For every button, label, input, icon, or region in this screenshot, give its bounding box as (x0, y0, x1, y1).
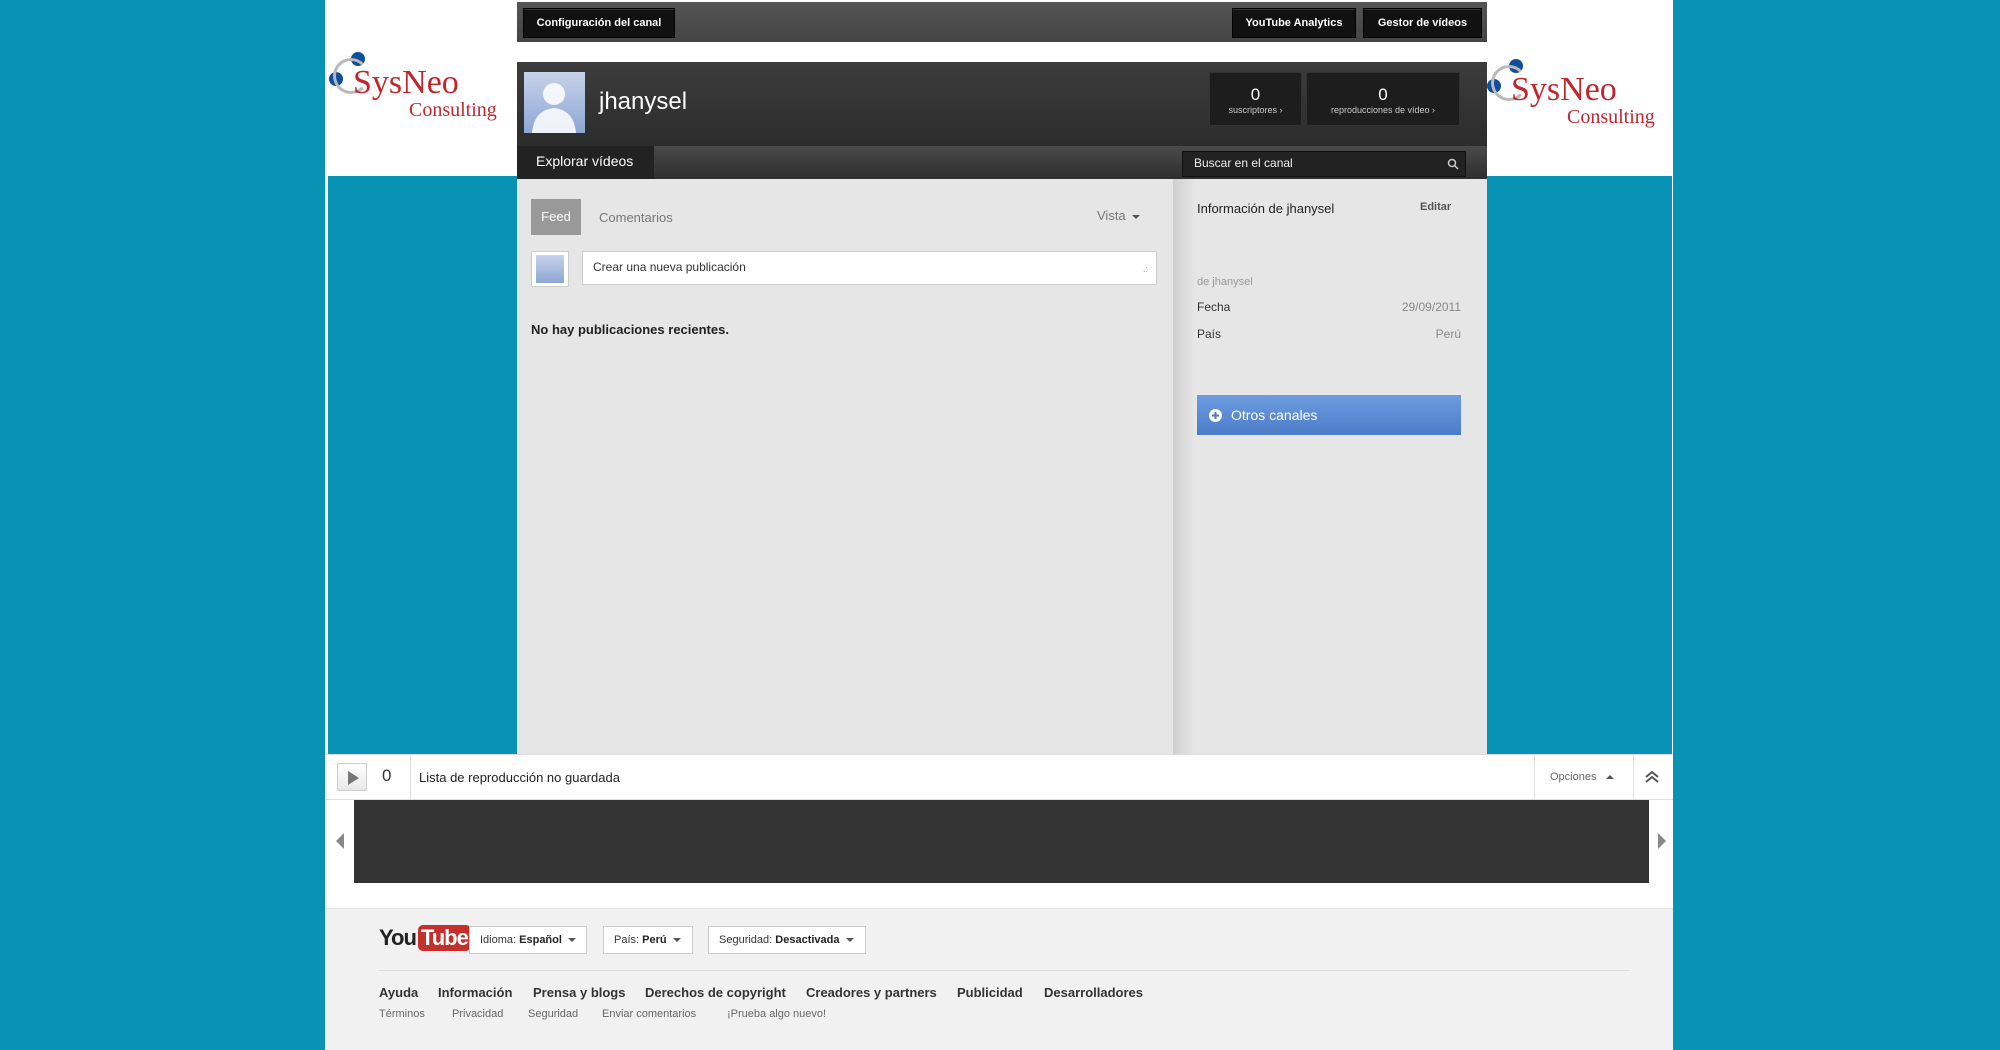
footer-link-developers[interactable]: Desarrolladores (1044, 985, 1143, 1000)
double-chevron-up-icon (1645, 770, 1659, 783)
channel-name[interactable]: jhanysel (599, 88, 687, 116)
sysneo-logo-left: SysNeo Consulting (327, 50, 512, 124)
channel-nav: Explorar vídeos Buscar en el canal (517, 146, 1487, 179)
subscribers-stat[interactable]: 0 suscriptores › (1209, 72, 1302, 126)
sysneo-logo-right: SysNeo Consulting (1485, 57, 1670, 131)
resize-handle-icon: .: (1142, 264, 1148, 274)
info-label-country: País (1197, 327, 1222, 341)
playlist-prev-button[interactable] (333, 830, 347, 852)
chevron-down-icon (1131, 214, 1140, 219)
footer-link-press[interactable]: Prensa y blogs (533, 985, 625, 1000)
chevron-left-icon (336, 833, 344, 849)
caret-up-icon (1605, 775, 1614, 780)
video-manager-button[interactable]: Gestor de vídeos (1363, 8, 1482, 38)
footer-link-safety[interactable]: Seguridad (528, 1008, 578, 1020)
tab-comments[interactable]: Comentarios (599, 210, 673, 225)
info-value-country: Perú (1435, 327, 1461, 341)
video-views-stat[interactable]: 0 reproducciones de vídeo › (1306, 72, 1460, 126)
play-icon (348, 771, 359, 785)
options-button[interactable]: Opciones (1534, 755, 1634, 800)
view-label: Vista (1097, 208, 1126, 223)
logo-tube: Tube (417, 925, 471, 951)
language-select[interactable]: Idioma: Español (469, 926, 587, 954)
logo-text: SysNeo (1511, 71, 1617, 108)
safety-select[interactable]: Seguridad: Desactivada (708, 926, 866, 954)
info-sidebar (1173, 179, 1487, 754)
new-post-input[interactable]: Crear una nueva publicación .: (582, 251, 1157, 285)
language-select-label: Idioma: (480, 934, 517, 946)
chevron-down-icon (672, 938, 681, 943)
other-channels-label: Otros canales (1231, 407, 1318, 423)
logo-subtext: Consulting (409, 99, 497, 121)
footer-link-advertising[interactable]: Publicidad (957, 985, 1023, 1000)
playlist-title: Lista de reproducción no guardada (419, 770, 620, 785)
footer-link-feedback[interactable]: Enviar comentarios (602, 1008, 696, 1020)
info-label-date: Fecha (1197, 300, 1231, 314)
view-dropdown[interactable]: Vista (1097, 208, 1140, 223)
plus-circle-icon (1209, 409, 1222, 422)
country-select-label: País: (614, 934, 640, 946)
empty-feed-message: No hay publicaciones recientes. (531, 322, 729, 337)
logo-text: SysNeo (353, 64, 459, 101)
playlist-next-button[interactable] (1655, 830, 1669, 852)
country-select-value: Perú (642, 934, 667, 946)
footer-link-terms[interactable]: Términos (379, 1008, 425, 1020)
footer-divider (379, 970, 1629, 971)
subscribers-label: suscriptores › (1228, 105, 1283, 115)
edit-link[interactable]: Editar (1420, 201, 1451, 213)
tab-feed[interactable]: Feed (531, 199, 581, 235)
footer-link-about[interactable]: Información (438, 985, 512, 1000)
chevron-down-icon (845, 938, 854, 943)
playlist-tray (354, 800, 1649, 883)
playlist-bar: 0 Lista de reproducción no guardada Opci… (325, 754, 1673, 800)
language-select-value: Español (519, 934, 562, 946)
views-label: reproducciones de vídeo › (1330, 105, 1436, 115)
search-placeholder: Buscar en el canal (1194, 156, 1293, 170)
footer-link-privacy[interactable]: Privacidad (452, 1008, 503, 1020)
user-silhouette-icon (532, 83, 576, 133)
channel-avatar[interactable] (524, 72, 585, 133)
footer-link-creators[interactable]: Creadores y partners (806, 985, 937, 1000)
top-toolbar: Configuración del canal YouTube Analytic… (517, 2, 1487, 42)
info-value-date: 29/09/2011 (1401, 300, 1461, 314)
playlist-divider (410, 755, 411, 800)
channel-search-input[interactable]: Buscar en el canal (1182, 151, 1466, 177)
footer-link-help[interactable]: Ayuda (379, 985, 418, 1000)
logo-subtext: Consulting (1567, 106, 1655, 128)
country-select[interactable]: País: Perú (603, 926, 693, 954)
user-silhouette-icon (536, 255, 564, 283)
chevron-right-icon (1658, 833, 1666, 849)
options-label: Opciones (1550, 771, 1597, 783)
sidebar-title: Información de jhanysel (1197, 201, 1335, 216)
safety-select-value: Desactivada (775, 934, 840, 946)
youtube-logo[interactable]: You Tube (379, 925, 471, 955)
collapse-button[interactable] (1642, 767, 1662, 787)
play-button[interactable] (337, 763, 367, 791)
tab-explore-videos[interactable]: Explorar vídeos (517, 146, 654, 179)
footer-link-try-new[interactable]: ¡Prueba algo nuevo! (727, 1008, 826, 1020)
chevron-down-icon (567, 938, 576, 943)
new-post-placeholder: Crear una nueva publicación (593, 260, 746, 274)
subscribers-count: 0 (1250, 85, 1261, 104)
views-count: 0 (1378, 85, 1388, 104)
youtube-analytics-button[interactable]: YouTube Analytics (1232, 8, 1356, 38)
channel-settings-button[interactable]: Configuración del canal (523, 8, 675, 38)
post-avatar (531, 251, 569, 287)
safety-select-label: Seguridad: (719, 934, 773, 946)
by-line: de jhanysel (1197, 276, 1253, 288)
footer-link-copyright[interactable]: Derechos de copyright (645, 985, 786, 1000)
other-channels-button[interactable]: Otros canales (1197, 395, 1461, 435)
playlist-count: 0 (382, 766, 392, 785)
search-icon[interactable] (1447, 158, 1459, 170)
logo-you: You (379, 925, 417, 950)
